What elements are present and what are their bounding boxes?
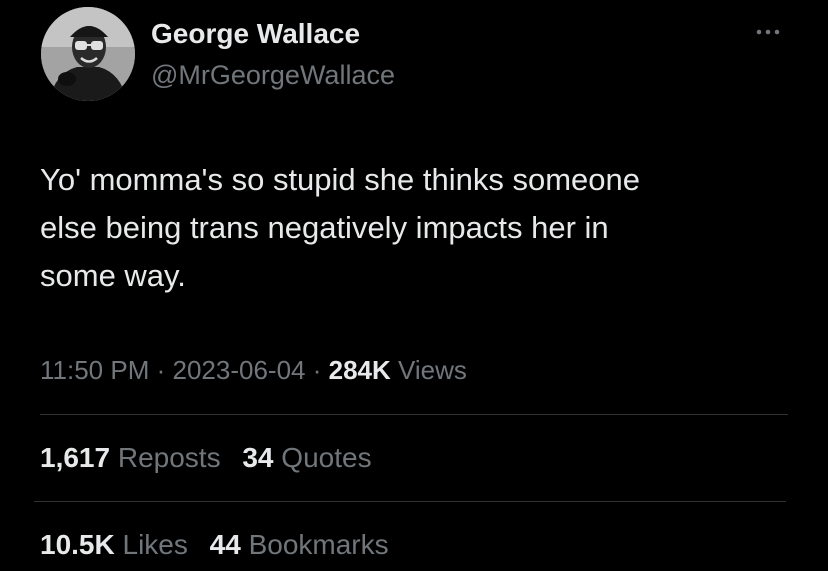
- bookmarks-label: Bookmarks: [248, 529, 389, 560]
- reposts-stat[interactable]: 1,617 Reposts: [40, 440, 221, 476]
- quotes-count: 34: [242, 442, 274, 473]
- divider: [40, 414, 788, 415]
- bookmarks-stat[interactable]: 44 Bookmarks: [210, 527, 389, 563]
- author-handle[interactable]: @MrGeorgeWallace: [151, 58, 395, 92]
- reposts-count: 1,617: [40, 442, 111, 473]
- engagement-row-reposts: 1,617 Reposts 34 Quotes: [40, 440, 386, 476]
- tweet-time[interactable]: 11:50 PM: [40, 355, 149, 385]
- author-display-name[interactable]: George Wallace: [151, 16, 360, 52]
- tweet-meta: 11:50 PM · 2023-06-04 · 284K Views: [40, 352, 467, 388]
- quotes-stat[interactable]: 34 Quotes: [242, 440, 371, 476]
- bookmarks-count: 44: [209, 529, 241, 560]
- views-label: Views: [398, 355, 467, 385]
- views-count: 284K: [328, 355, 391, 385]
- meta-separator: ·: [312, 355, 322, 385]
- tweet-date[interactable]: 2023-06-04: [173, 355, 306, 385]
- likes-count: 10.5K: [40, 529, 115, 560]
- likes-stat[interactable]: 10.5K Likes: [40, 527, 188, 563]
- author-avatar[interactable]: [41, 7, 135, 101]
- likes-label: Likes: [122, 529, 188, 560]
- reposts-label: Reposts: [117, 442, 221, 473]
- meta-separator: ·: [156, 355, 166, 385]
- avatar-photo-icon: [41, 7, 135, 101]
- quotes-label: Quotes: [281, 442, 372, 473]
- more-options-icon[interactable]: [752, 24, 784, 40]
- engagement-row-likes: 10.5K Likes 44 Bookmarks: [40, 527, 403, 563]
- tweet-text: Yo' momma's so stupid she thinks someone…: [40, 162, 640, 293]
- divider: [34, 501, 786, 502]
